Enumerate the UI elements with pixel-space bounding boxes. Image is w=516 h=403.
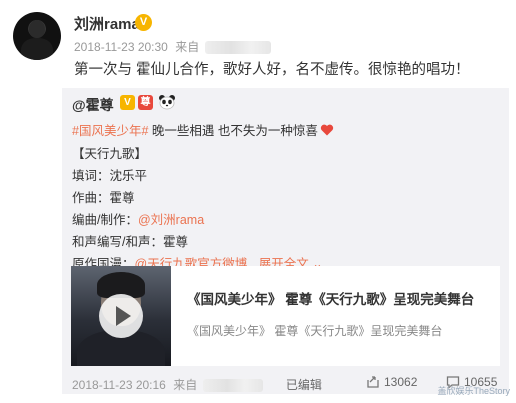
harmony-line: 和声编写/和声：霍尊 — [72, 231, 188, 250]
verified-badge-icon: V — [135, 14, 152, 31]
post-timestamp[interactable]: 2018-11-23 20:30 — [74, 40, 168, 54]
post-source-label: 来自 — [175, 40, 200, 54]
repost-timestamp[interactable]: 2018-11-23 20:16 — [72, 378, 166, 392]
hashtag-line: #国风美少年# 晚一些相遇 也不失为一种惊喜 — [72, 120, 334, 139]
video-subtitle: 《国风美少年》 霍尊《天行九歌》呈现完美舞台 — [187, 324, 443, 338]
lyricist-line: 填词：沈乐平 — [72, 165, 147, 184]
heart-icon — [320, 124, 334, 136]
lyricist-label: 填词： — [72, 169, 110, 183]
video-title[interactable]: 《国风美少年》 霍尊《天行九歌》呈现完美舞台 — [187, 288, 474, 308]
harmony-label: 和声编写/和声： — [72, 235, 163, 249]
avatar[interactable] — [13, 12, 61, 60]
arranger-label: 编曲/制作： — [72, 213, 138, 227]
share-icon — [367, 376, 379, 388]
repost-count[interactable]: 13062 — [366, 375, 417, 389]
avatar-head — [29, 20, 45, 38]
hashtag-text: 晚一些相遇 也不失为一种惊喜 — [148, 124, 318, 138]
arranger-line: 编曲/制作：@刘洲rama — [72, 209, 204, 228]
repost-count-value: 13062 — [384, 375, 418, 389]
post-meta: 2018-11-23 20:30 来自 — [74, 38, 271, 55]
username[interactable]: 刘洲rama — [74, 13, 140, 34]
composer-value: 霍尊 — [109, 191, 135, 205]
watermark: 盖欣娱乐TheStory — [437, 386, 510, 396]
post-text: 第一次与 霍仙儿合作，歌好人好，名不虚传。很惊艳的唱功！ — [74, 62, 470, 78]
hashtag-link[interactable]: #国风美少年# — [72, 124, 148, 138]
repost-meta: 2018-11-23 20:16 来自 已编辑 — [72, 376, 322, 393]
composer-label: 作曲： — [72, 191, 110, 205]
repost-source-label: 来自 — [173, 378, 198, 392]
avatar-body — [21, 38, 53, 60]
panda-icon — [159, 95, 175, 110]
verified-badge-icon: V — [120, 95, 135, 110]
edited-label: 已编辑 — [285, 378, 322, 392]
member-badge-icon: 尊 — [138, 95, 153, 110]
video-thumbnail[interactable] — [71, 266, 171, 366]
original-author[interactable]: @霍尊 — [72, 95, 114, 115]
blurred-source — [204, 41, 271, 55]
repost-block: @霍尊 V 尊 #国风美少年# 晚一些相遇 也不失为一种惊喜 【天行九歌】 填词… — [62, 88, 509, 394]
lyricist-value: 沈乐平 — [109, 169, 148, 183]
play-button[interactable] — [99, 294, 143, 338]
video-card[interactable]: 《国风美少年》 霍尊《天行九歌》呈现完美舞台 《国风美少年》 霍尊《天行九歌》呈… — [71, 266, 500, 366]
blurred-source — [202, 379, 263, 393]
play-icon — [116, 306, 131, 326]
composer-line: 作曲：霍尊 — [72, 187, 135, 206]
harmony-value: 霍尊 — [162, 235, 188, 249]
song-title: 【天行九歌】 — [72, 147, 148, 161]
arranger-link[interactable]: @刘洲rama — [138, 213, 204, 227]
